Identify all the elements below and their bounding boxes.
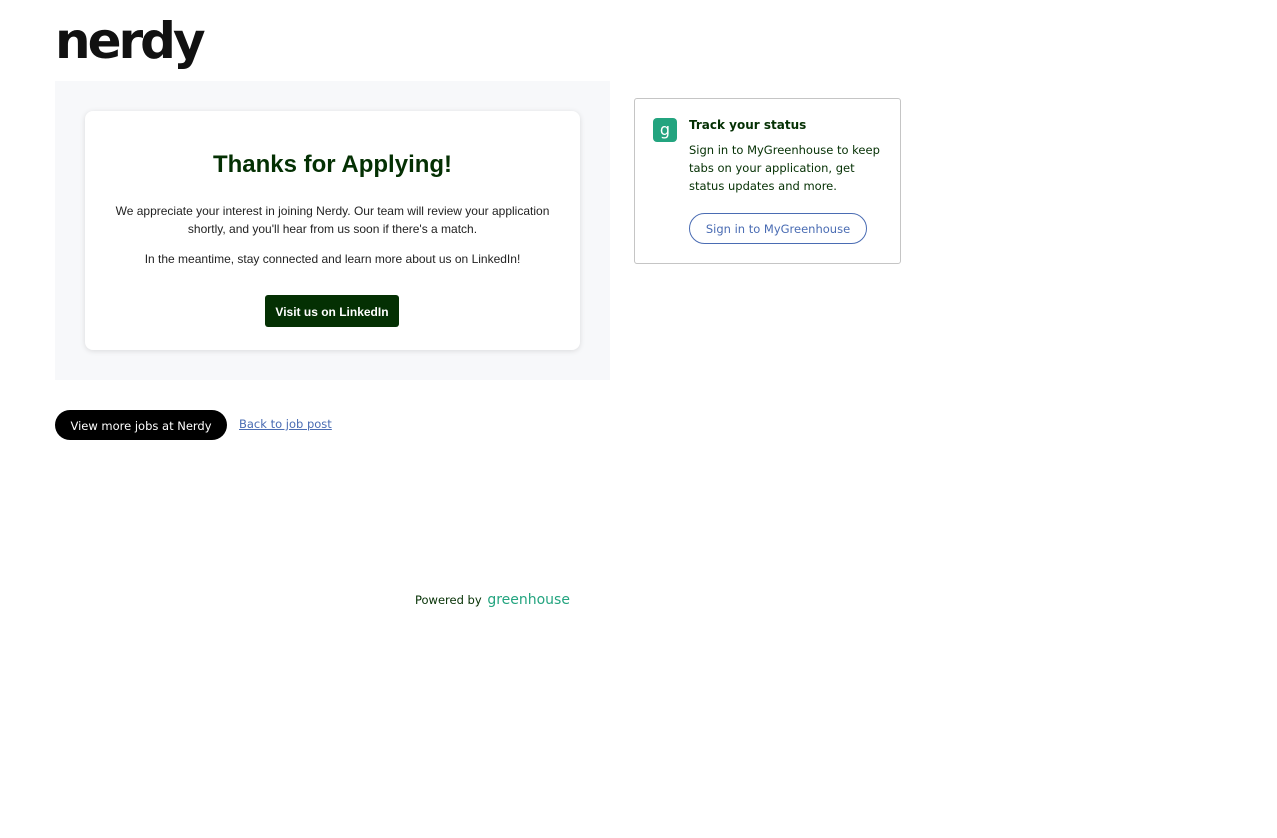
greenhouse-logo[interactable]: greenhouse xyxy=(487,592,570,608)
application-confirmation-page: nerdy Thanks for Applying! We appreciate… xyxy=(0,0,1277,838)
thanks-panel: Thanks for Applying! We appreciate your … xyxy=(55,81,610,380)
back-to-job-post-link[interactable]: Back to job post xyxy=(239,417,332,431)
track-status-title: Track your status xyxy=(689,118,807,132)
powered-by-footer: Powered by greenhouse xyxy=(415,592,570,608)
greenhouse-icon: g xyxy=(653,118,677,142)
visit-linkedin-button[interactable]: Visit us on LinkedIn xyxy=(265,295,399,327)
powered-by-label: Powered by xyxy=(415,593,482,607)
nerdy-logo[interactable]: nerdy xyxy=(55,12,206,70)
thanks-title: Thanks for Applying! xyxy=(212,151,453,178)
track-status-card: g Track your status Sign in to MyGreenho… xyxy=(634,98,901,264)
view-more-jobs-button[interactable]: View more jobs at Nerdy xyxy=(55,410,227,440)
thanks-card: Thanks for Applying! We appreciate your … xyxy=(85,111,580,350)
linkedin-prompt: In the meantime, stay connected and lear… xyxy=(144,252,521,266)
sign-in-mygreenhouse-button[interactable]: Sign in to MyGreenhouse xyxy=(689,213,867,244)
track-status-text: Sign in to MyGreenhouse to keep tabs on … xyxy=(689,143,880,193)
thanks-message: We appreciate your interest in joining N… xyxy=(115,204,550,236)
